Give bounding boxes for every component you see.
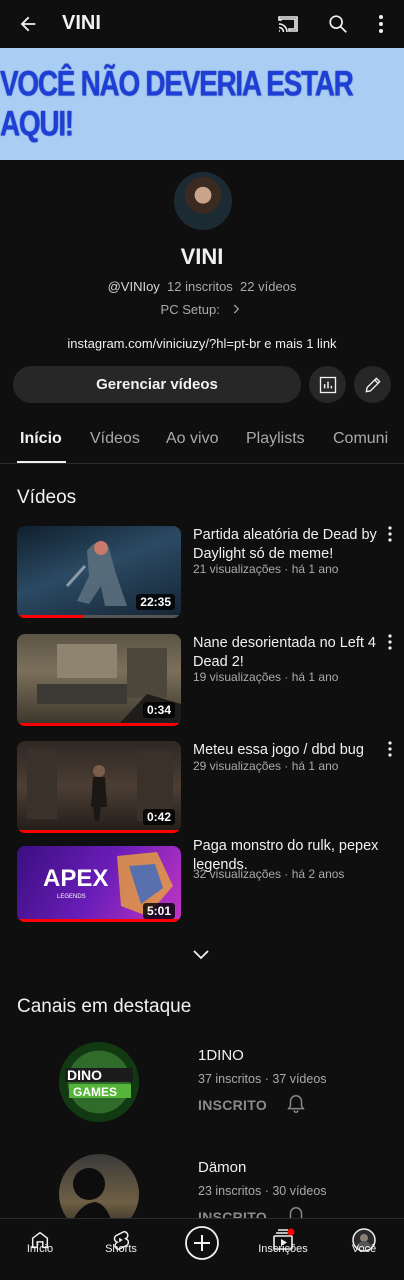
featured-channel-name[interactable]: 1DINO [198, 1047, 244, 1064]
svg-text:DINO: DINO [67, 1067, 102, 1083]
featured-channels-title: Canais em destaque [17, 996, 192, 1017]
video-meta: 21 visualizações · há 1 ano [193, 562, 339, 576]
channel-banner: VOCÊ NÃO DEVERIA ESTAR AQUI! [0, 48, 404, 160]
featured-channel-name[interactable]: Dämon [198, 1159, 246, 1176]
cast-icon[interactable] [274, 10, 302, 38]
channel-handle: @VINIoy [107, 279, 160, 294]
channel-name: VINI [180, 244, 224, 269]
chevron-right-icon [234, 304, 240, 314]
description-text: PC Setup: [160, 302, 220, 317]
channel-links[interactable]: instagram.com/viniciuzy/?hl=pt-br e mais… [0, 336, 404, 351]
page-title: VINI [62, 12, 101, 34]
channel-subscribers: 12 inscritos [167, 279, 233, 294]
active-tab-indicator [17, 461, 66, 463]
channel-avatar[interactable] [174, 172, 232, 230]
video-meta: 32 visualizações · há 2 anos [193, 867, 345, 881]
video-duration: 5:01 [142, 903, 175, 919]
search-icon[interactable] [324, 10, 352, 38]
svg-text:GAMES: GAMES [73, 1085, 117, 1099]
top-app-bar: VINI [0, 0, 404, 48]
channel-meta: @VINIoy 12 inscritos 22 vídeos [0, 279, 404, 294]
video-thumbnail[interactable]: 0:42 [17, 741, 181, 833]
back-arrow-icon[interactable] [14, 10, 42, 38]
watch-progress [17, 723, 181, 726]
svg-text:APEX: APEX [43, 865, 108, 892]
video-duration: 0:34 [142, 702, 175, 718]
video-item[interactable]: 22:35 Partida aleatória de Dead by Dayli… [17, 526, 397, 618]
subscribed-button[interactable]: INSCRITO [198, 1097, 267, 1113]
channel-avatar[interactable]: DINO GAMES [59, 1042, 139, 1122]
manage-videos-button[interactable]: Gerenciar vídeos [13, 366, 301, 403]
tab-home[interactable]: Início [20, 430, 62, 448]
analytics-icon [319, 376, 336, 393]
video-thumbnail[interactable]: 22:35 [17, 526, 181, 618]
video-title[interactable]: Partida aleatória de Dead by Daylight só… [193, 526, 379, 564]
nav-label: Início [26, 1243, 54, 1255]
nav-create[interactable] [162, 1219, 242, 1280]
watch-progress [17, 830, 181, 833]
more-vert-icon[interactable] [367, 10, 395, 38]
featured-channel-meta: 37 inscritos · 37 vídeos [198, 1072, 327, 1086]
channel-video-count: 22 vídeos [240, 279, 297, 294]
nav-label: Você [351, 1243, 377, 1255]
video-duration: 0:42 [142, 809, 175, 825]
more-vert-icon[interactable] [383, 526, 397, 546]
nav-subscriptions[interactable]: Inscrições [243, 1219, 323, 1280]
tab-playlists[interactable]: Playlists [246, 430, 305, 448]
video-title[interactable]: Nane desorientada no Left 4 Dead 2! [193, 634, 379, 672]
nav-you[interactable]: Você [324, 1219, 404, 1280]
create-icon [184, 1225, 220, 1261]
pencil-icon [364, 376, 381, 393]
svg-text:LEGENDS: LEGENDS [57, 894, 86, 900]
tab-community[interactable]: Comuni [333, 430, 388, 448]
bottom-navigation: Início Shorts Inscrições Você [0, 1218, 404, 1280]
nav-home[interactable]: Início [0, 1219, 80, 1280]
more-vert-icon[interactable] [383, 634, 397, 654]
nav-shorts[interactable]: Shorts [81, 1219, 161, 1280]
bell-icon[interactable] [285, 1093, 307, 1115]
channel-tabs: Início Vídeos Ao vivo Playlists Comuni [0, 418, 404, 464]
more-vert-icon[interactable] [383, 741, 397, 761]
video-meta: 19 visualizações · há 1 ano [193, 670, 339, 684]
video-title[interactable]: Meteu essa jogo / dbd bug [193, 741, 379, 760]
video-meta: 29 visualizações · há 1 ano [193, 759, 339, 773]
channel-description[interactable]: PC Setup: [0, 302, 404, 317]
nav-label: Inscrições [258, 1243, 308, 1255]
watch-progress [17, 919, 181, 922]
expand-more-icon[interactable] [190, 946, 212, 964]
video-duration: 22:35 [136, 594, 175, 610]
video-thumbnail[interactable]: 0:34 [17, 634, 181, 726]
videos-section-title: Vídeos [17, 487, 77, 508]
analytics-button[interactable] [309, 366, 346, 403]
tab-videos[interactable]: Vídeos [90, 430, 140, 448]
tab-live[interactable]: Ao vivo [166, 430, 218, 448]
nav-label: Shorts [105, 1243, 137, 1255]
edit-channel-button[interactable] [354, 366, 391, 403]
video-item[interactable]: 0:42 Meteu essa jogo / dbd bug 29 visual… [17, 741, 397, 833]
video-thumbnail[interactable]: APEX LEGENDS 5:01 [17, 846, 181, 922]
video-item[interactable]: APEX LEGENDS 5:01 Paga monstro do rulk, … [17, 838, 397, 922]
video-item[interactable]: 0:34 Nane desorientada no Left 4 Dead 2!… [17, 634, 397, 726]
featured-channel-meta: 23 inscritos · 30 vídeos [198, 1184, 327, 1198]
watch-progress [17, 615, 85, 618]
featured-channel-item[interactable]: DINO GAMES 1DINO 37 inscritos · 37 vídeo… [0, 1042, 404, 1132]
banner-text: VOCÊ NÃO DEVERIA ESTAR AQUI! [0, 64, 354, 143]
